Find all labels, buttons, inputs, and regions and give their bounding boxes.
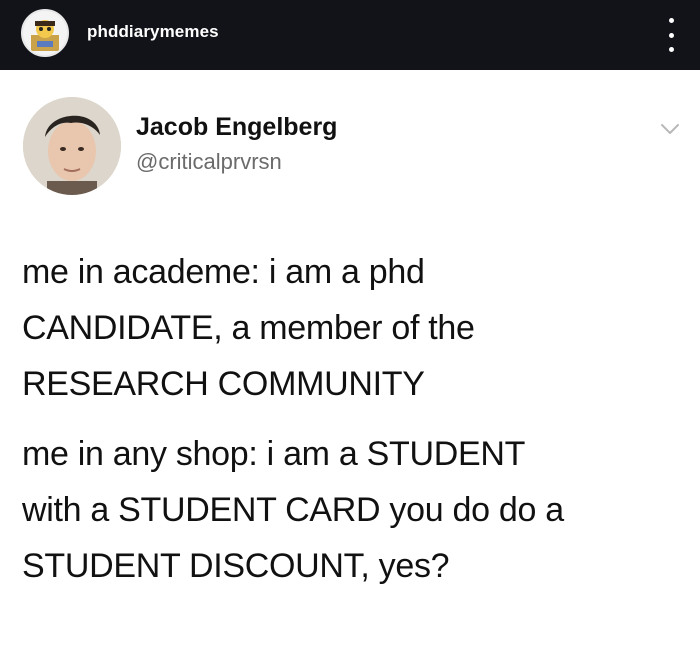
author-handle[interactable]: @criticalprvrsn xyxy=(136,149,282,175)
tweet-text-line: me in academe: i am a phd xyxy=(22,253,425,291)
tweet-text-line: STUDENT DISCOUNT, yes? xyxy=(22,547,450,585)
more-vertical-icon[interactable] xyxy=(664,18,678,52)
chevron-down-icon[interactable] xyxy=(660,122,680,136)
tweet-text-line: me in any shop: i am a STUDENT xyxy=(22,435,526,473)
author-display-name[interactable]: Jacob Engelberg xyxy=(136,113,337,142)
author-avatar[interactable] xyxy=(23,97,121,195)
tweet-text-line: RESEARCH COMMUNITY xyxy=(22,365,425,403)
tweet-body: me in academe: i am a phd CANDIDATE, a m… xyxy=(22,244,682,594)
app-header: phddiarymemes xyxy=(0,0,700,70)
cartoon-avatar-icon xyxy=(23,11,67,55)
tweet-paragraph: me in any shop: i am a STUDENT with a ST… xyxy=(22,426,682,594)
tweet-paragraph: me in academe: i am a phd CANDIDATE, a m… xyxy=(22,244,682,412)
person-photo-icon xyxy=(23,97,121,195)
header-username[interactable]: phddiarymemes xyxy=(87,22,219,42)
tweet-text-line: with a STUDENT CARD you do do a xyxy=(22,491,564,529)
tweet-text-line: CANDIDATE, a member of the xyxy=(22,309,475,347)
profile-avatar-icon[interactable] xyxy=(21,9,69,57)
